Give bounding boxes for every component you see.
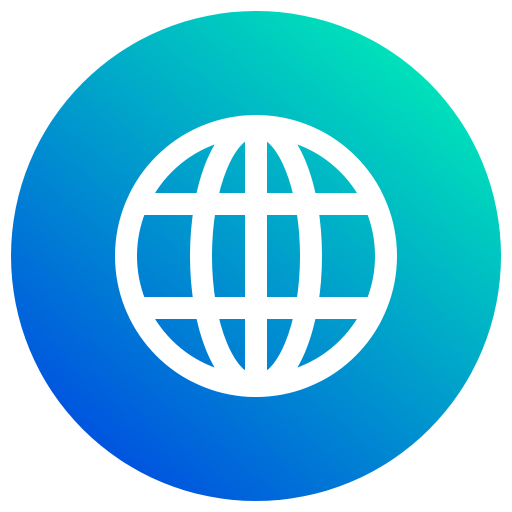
globe-badge: [11, 11, 501, 501]
icon-canvas: [0, 0, 512, 512]
